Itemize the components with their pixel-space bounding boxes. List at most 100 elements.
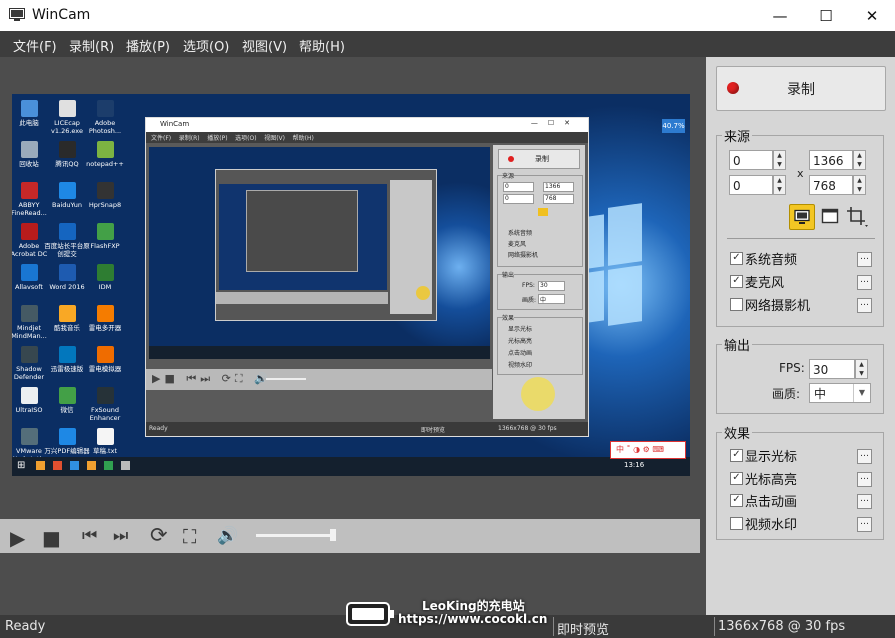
app-icon	[20, 305, 38, 322]
preview-viewport[interactable]: 40.7% 此电脑 LICEcap v1.26.exe Adobe Photosh.…	[12, 94, 690, 476]
app-icon	[96, 346, 114, 363]
maximize-icon: ☐	[819, 6, 833, 25]
x-spinner[interactable]: ▲ ▼	[773, 150, 786, 170]
app-icon	[96, 305, 114, 322]
menu-help[interactable]: 帮助(H)	[299, 36, 345, 55]
next-icon[interactable]: ⏭	[113, 526, 135, 546]
desktop-icon[interactable]: 草稿.txt	[82, 428, 128, 455]
app-icon	[9, 8, 25, 21]
desktop-icon[interactable]: 雷电多开器	[82, 305, 128, 332]
nested-menu: 文件(F) 录制(R) 播放(P) 选项(O) 视图(V) 帮助(H)	[146, 132, 588, 143]
nested-output-title: 输出	[502, 270, 515, 279]
ime-tray-text: 中 ˚ ◑ ⚙ ⌨	[616, 445, 664, 454]
width-spinner[interactable]: ▲ ▼	[853, 150, 866, 170]
loop-icon[interactable]: ⟳	[150, 523, 172, 547]
previous-icon[interactable]: ⏮	[82, 526, 104, 546]
region-source-button[interactable]	[846, 206, 870, 228]
desktop-icon[interactable]: FxSound Enhancer	[82, 387, 128, 422]
menu-view[interactable]: 视图(V)	[242, 36, 287, 55]
desktop-icon-label: FlashFXP	[90, 242, 120, 250]
battery-icon	[346, 602, 394, 626]
volume-icon[interactable]: 🔊	[217, 526, 239, 546]
show-cursor-checkbox[interactable]: ✓	[730, 449, 743, 462]
maximize-button[interactable]: ☐	[803, 0, 849, 31]
video-watermark-checkbox[interactable]	[730, 517, 743, 530]
mic-checkbox[interactable]: ✓	[730, 275, 743, 288]
desktop-icon[interactable]: Adobe Photosh...	[82, 100, 128, 135]
y-field[interactable]: 0	[729, 175, 773, 195]
desktop-icon[interactable]: FlashFXP	[82, 223, 128, 250]
click-highlight	[521, 377, 555, 411]
app-icon	[20, 428, 38, 445]
play-icon[interactable]: ▶	[10, 526, 32, 550]
taskbar-clock: 13:16	[624, 461, 645, 469]
volume-slider-knob[interactable]	[330, 529, 336, 541]
cursor-highlight-settings-button[interactable]: …	[857, 472, 872, 487]
nested-fps: 30	[538, 281, 565, 291]
nested-source-title: 来源	[502, 171, 515, 180]
desktop-icon[interactable]: HprSnap8	[82, 182, 128, 209]
app-icon	[58, 428, 76, 445]
y-spinner[interactable]: ▲ ▼	[773, 175, 786, 195]
app-icon	[20, 387, 38, 404]
nested-title-bar: WinCam —☐✕	[146, 118, 588, 132]
nested-status-bar: Ready 即时预览 1366x768 @ 30 fps	[146, 422, 588, 436]
quality-select[interactable]: 中 ▼	[809, 383, 871, 403]
menu-options[interactable]: 选项(O)	[183, 36, 229, 55]
nested-w: 1366	[543, 182, 574, 192]
nested-quality-label: 画质:	[522, 297, 537, 304]
crop-icon	[847, 207, 868, 227]
desktop-icon[interactable]: 雷电模拟器	[82, 346, 128, 373]
desktop-icon-label: FxSound Enhancer	[89, 406, 121, 422]
show-cursor-settings-button[interactable]: …	[857, 449, 872, 464]
app-icon	[58, 305, 76, 322]
nested-status-ready: Ready	[149, 425, 168, 432]
mic-settings-button[interactable]: …	[857, 275, 872, 290]
nested-status-mode: 即时预览	[421, 427, 446, 434]
sys-audio-checkbox[interactable]: ✓	[730, 252, 743, 265]
close-button[interactable]: ✕	[849, 0, 895, 31]
volume-slider-track[interactable]	[256, 534, 336, 537]
app-icon	[20, 346, 38, 363]
sys-audio-settings-button[interactable]: …	[857, 252, 872, 267]
nested-controls: ▶■ ⏮⏭ ⟳⛶ 🔊	[146, 369, 492, 390]
fps-spinner[interactable]: ▲ ▼	[855, 359, 868, 379]
nested-click-anim: 点击动画	[508, 350, 533, 357]
desktop-icon[interactable]: notepad++	[82, 141, 128, 168]
click-animation-settings-button[interactable]: …	[857, 494, 872, 509]
video-watermark-settings-button[interactable]: …	[857, 517, 872, 532]
fps-label: FPS:	[779, 361, 805, 375]
click-animation-checkbox[interactable]: ✓	[730, 494, 743, 507]
fullscreen-icon[interactable]: ⛶	[183, 526, 205, 548]
cursor-highlight-checkbox[interactable]: ✓	[730, 472, 743, 485]
app-icon	[58, 223, 76, 240]
x-field[interactable]: 0	[729, 150, 773, 170]
status-ready: Ready	[5, 619, 46, 634]
record-button[interactable]: 录制	[716, 66, 886, 111]
nested-preview	[149, 147, 490, 359]
app-icon	[20, 100, 38, 117]
menu-file[interactable]: 文件(F)	[13, 36, 57, 55]
minimize-button[interactable]: —	[757, 0, 803, 31]
nested-cursor-hl: 光标高亮	[508, 338, 533, 345]
height-spinner[interactable]: ▲ ▼	[853, 175, 866, 195]
player-controls: ▶ ■ ⏮ ⏭ ⟳ ⛶ 🔊	[0, 519, 700, 553]
desktop-icon[interactable]: IDM	[82, 264, 128, 291]
webcam-checkbox[interactable]	[730, 298, 743, 311]
menu-play[interactable]: 播放(P)	[126, 36, 170, 55]
taskbar: ⊞ 13:16	[12, 457, 690, 476]
dimension-separator: x	[797, 167, 804, 180]
window-source-button[interactable]	[820, 206, 840, 226]
nested-fps-label: FPS:	[522, 282, 535, 289]
monitor-icon	[794, 209, 810, 224]
nested-panel: 录制 来源 0 1366 0 768 系统音频 麦克风 网络摄影机 输出 FPS…	[493, 145, 585, 419]
width-field[interactable]: 1366	[809, 150, 853, 170]
webcam-settings-button[interactable]: …	[857, 298, 872, 313]
show-cursor-label: 显示光标	[745, 450, 798, 465]
desktop-icon-label: IDM	[98, 283, 112, 291]
stop-icon[interactable]: ■	[42, 526, 64, 550]
height-field[interactable]: 768	[809, 175, 853, 195]
fullscreen-source-button[interactable]	[789, 204, 815, 230]
fps-field[interactable]: 30	[809, 359, 855, 379]
menu-record[interactable]: 录制(R)	[69, 36, 114, 55]
